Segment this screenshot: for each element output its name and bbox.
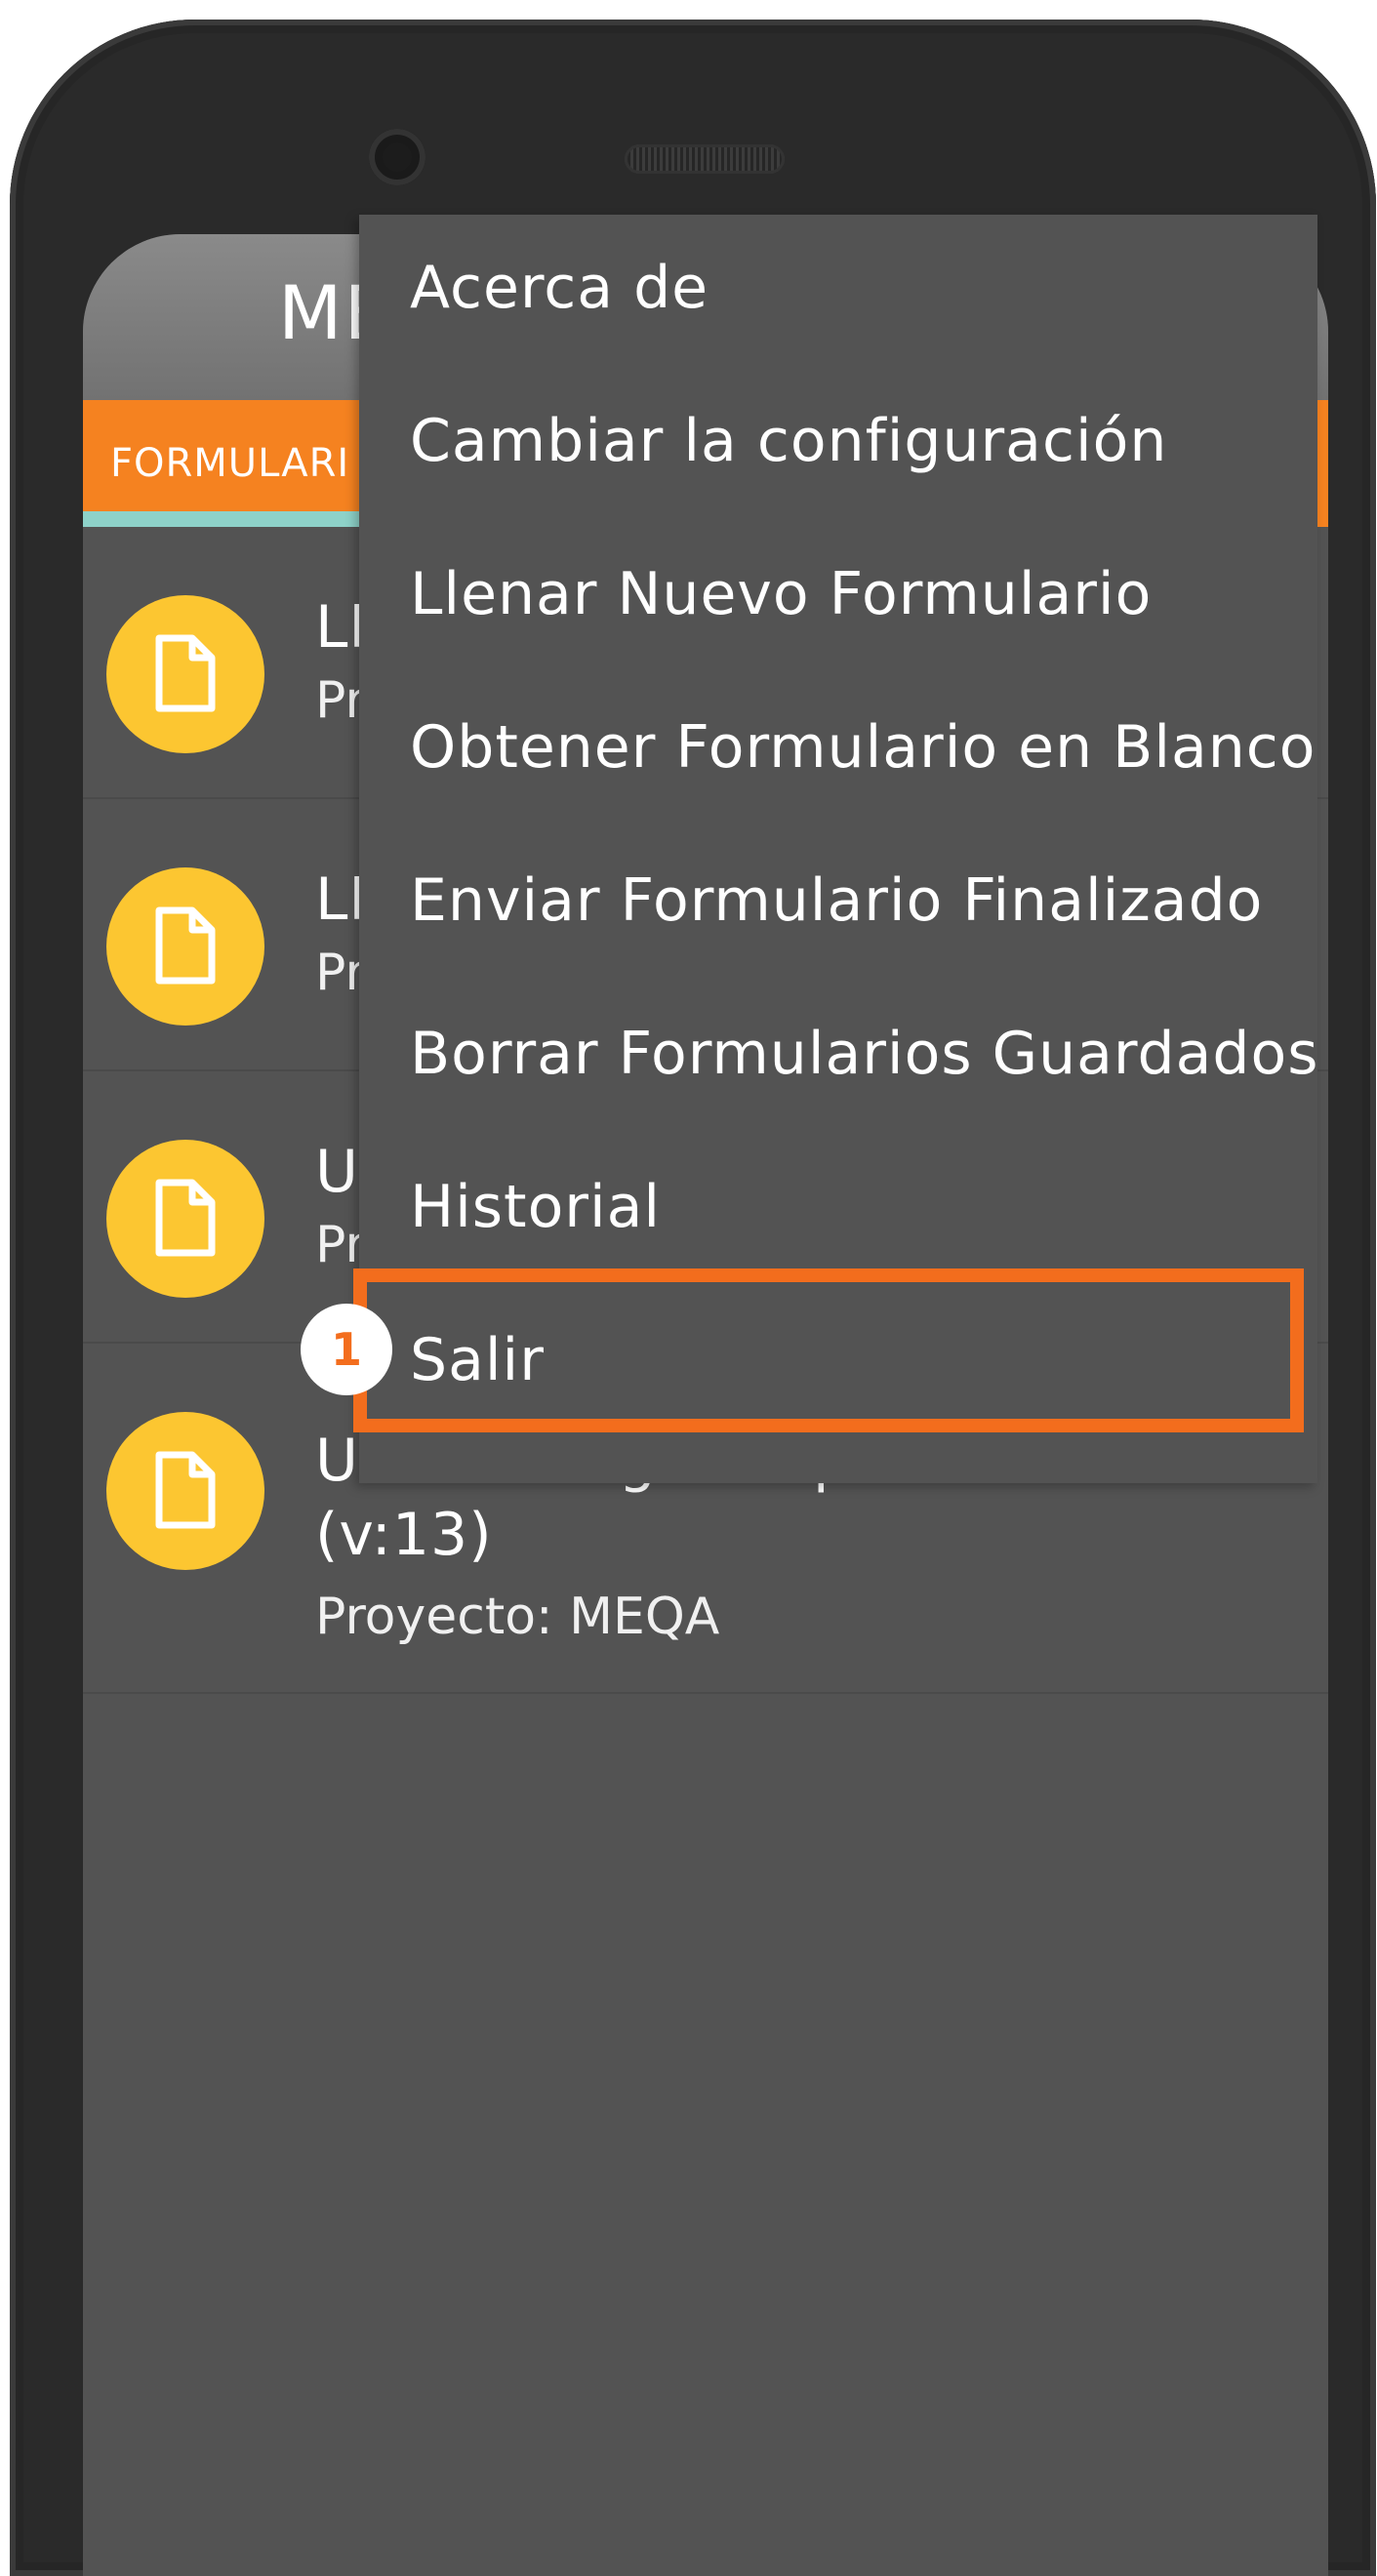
tab-forms[interactable]: FORMULARI [110,441,349,486]
menu-item-label: Enviar Formulario Finalizado [410,866,1264,935]
menu-item-label: Llenar Nuevo Formulario [410,560,1153,628]
menu-item-label: Acerca de [410,254,709,322]
tab-indicator [83,511,405,527]
menu-item-send-finalized-form[interactable]: Enviar Formulario Finalizado [359,827,1317,980]
menu-item-history[interactable]: Historial [359,1134,1317,1286]
earpiece-speaker [625,144,785,174]
menu-item-label: Obtener Formulario en Blanco [410,713,1316,782]
form-project: Proyecto: MEQA [315,1588,720,1646]
front-camera [369,129,425,185]
menu-item-delete-saved-forms[interactable]: Borrar Formularios Guardados [359,981,1317,1133]
step-number-badge: 1 [301,1304,392,1395]
file-document-icon [106,1140,264,1298]
file-document-icon [106,595,264,753]
menu-item-label: Borrar Formularios Guardados [410,1020,1319,1088]
menu-item-label: Cambiar la configuración [410,407,1168,475]
menu-item-about[interactable]: Acerca de [359,215,1317,367]
menu-item-settings[interactable]: Cambiar la configuración [359,368,1317,520]
file-document-icon [106,1412,264,1570]
annotation-highlight-box [353,1268,1304,1432]
menu-item-label: Historial [410,1173,662,1241]
file-document-icon [106,867,264,1026]
menu-item-get-blank-form[interactable]: Obtener Formulario en Blanco [359,674,1317,826]
menu-item-fill-new-form[interactable]: Llenar Nuevo Formulario [359,521,1317,673]
